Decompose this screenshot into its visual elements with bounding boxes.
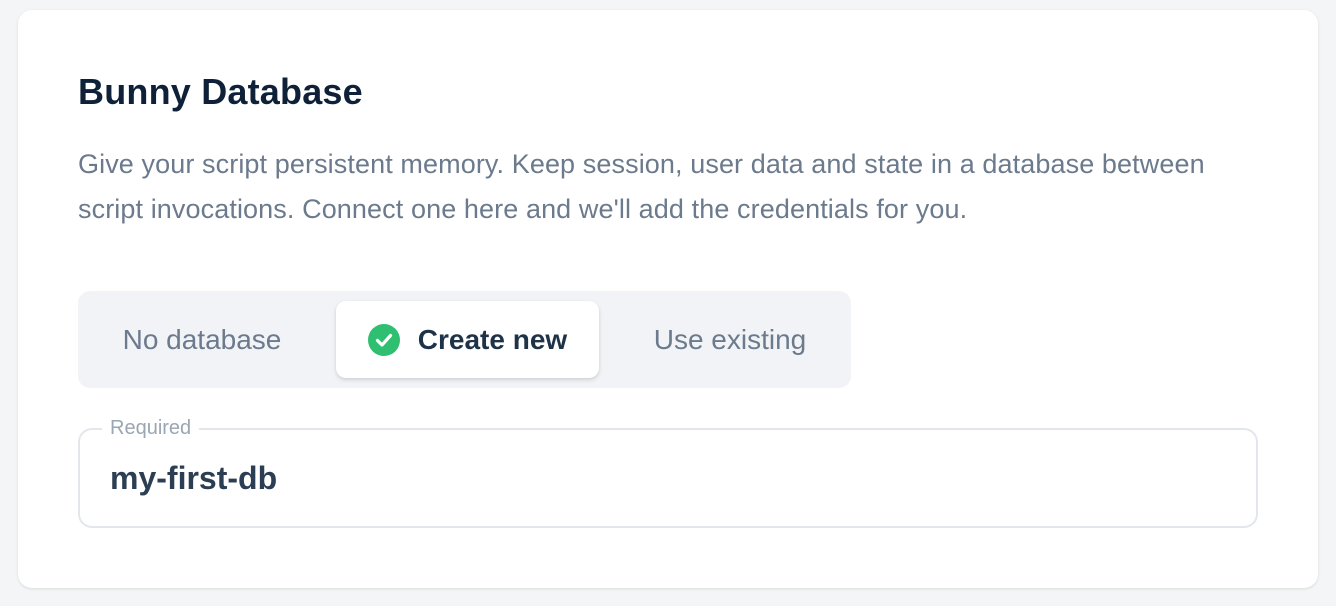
- use-existing-option[interactable]: Use existing: [619, 301, 841, 378]
- no-database-label: No database: [122, 323, 282, 355]
- database-name-label: Required: [102, 416, 200, 440]
- database-name-input[interactable]: [110, 454, 1220, 502]
- check-circle-icon: [367, 323, 400, 356]
- no-database-option[interactable]: No database: [88, 301, 316, 378]
- database-name-field: Required: [78, 416, 1258, 528]
- bunny-database-card: Bunny Database Give your script persiste…: [18, 10, 1318, 588]
- create-new-label: Create new: [417, 323, 568, 355]
- card-description: Give your script persistent memory. Keep…: [78, 149, 1205, 224]
- create-new-option[interactable]: Create new: [336, 301, 599, 378]
- use-existing-label: Use existing: [653, 323, 807, 355]
- database-mode-selector: No database Create new Use existing: [78, 291, 851, 388]
- card-title: Bunny Database: [78, 71, 363, 112]
